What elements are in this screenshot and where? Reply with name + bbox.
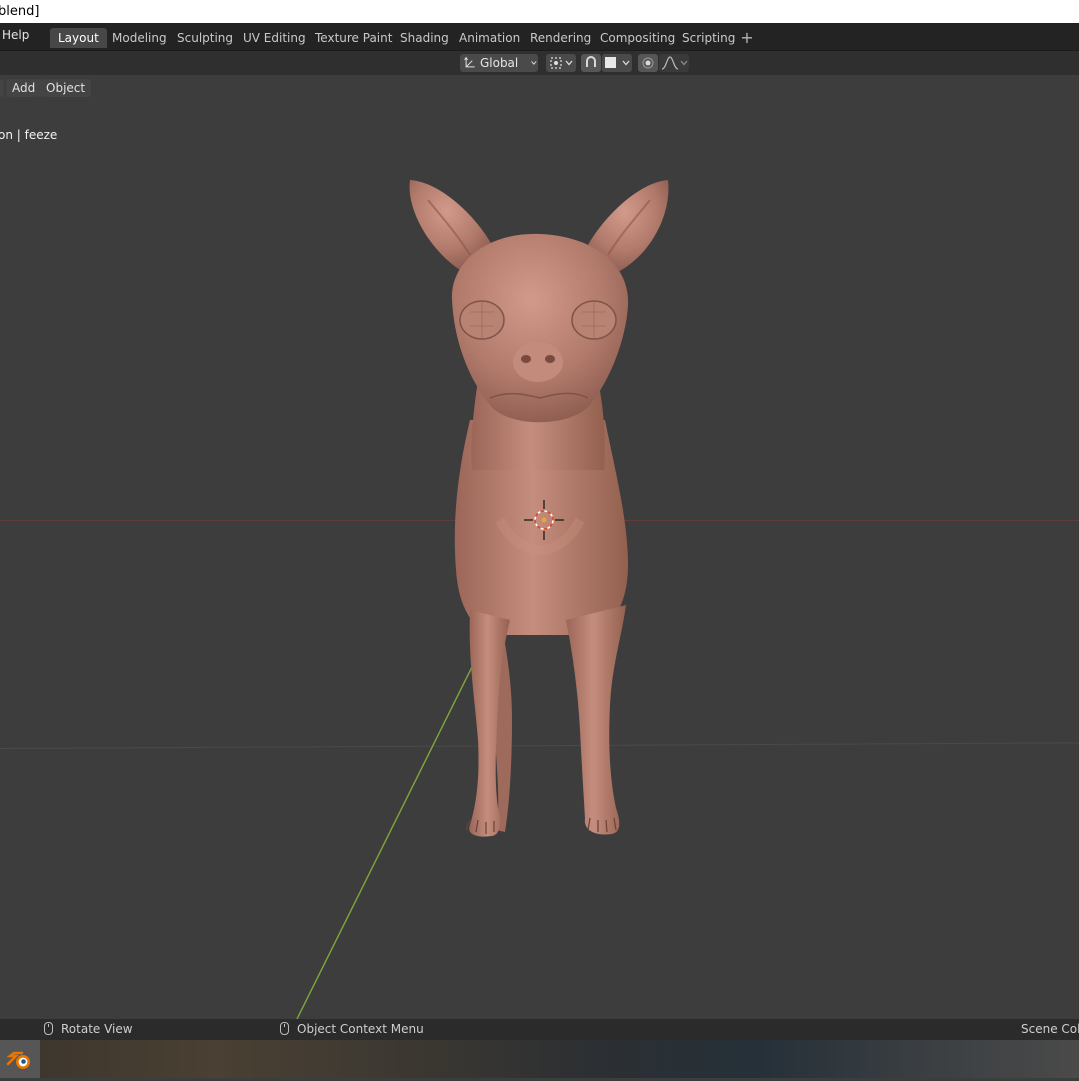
viewport-canvas[interactable] [0, 0, 1079, 1078]
mouse-right-icon [280, 1022, 289, 1035]
status-scene-collection: Scene Colle [1021, 1022, 1079, 1036]
status-context-label: Object Context Menu [297, 1022, 424, 1036]
blender-taskbar-button[interactable] [0, 1040, 40, 1078]
os-taskbar [0, 1040, 1079, 1078]
blender-logo-icon [6, 1051, 30, 1069]
status-bar: Rotate View Object Context Menu Scene Co… [0, 1019, 1079, 1040]
status-context-menu: Object Context Menu [280, 1022, 424, 1037]
mouse-middle-icon [44, 1022, 53, 1035]
dog-model[interactable] [409, 180, 669, 837]
status-rotate-view: Rotate View [44, 1022, 133, 1037]
status-rotate-label: Rotate View [61, 1022, 133, 1036]
